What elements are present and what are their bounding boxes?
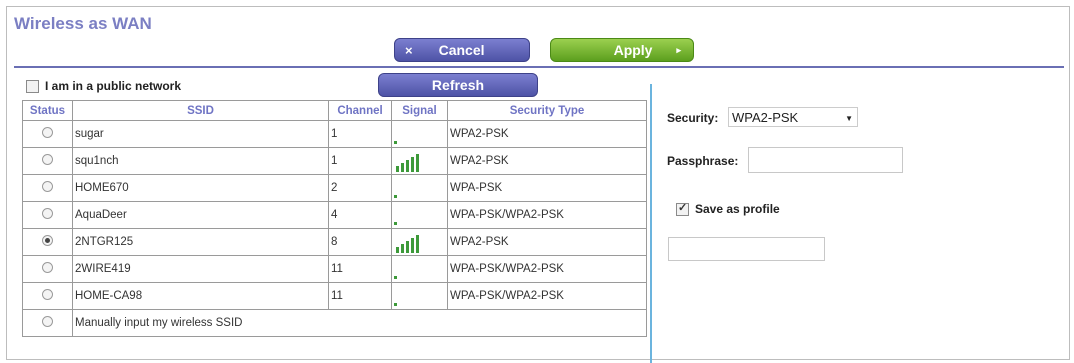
wireless-networks-table: Status SSID Channel Signal Security Type… <box>22 100 647 337</box>
network-radio[interactable] <box>42 181 53 192</box>
ssid-cell: AquaDeer <box>72 201 329 229</box>
channel-cell: 1 <box>328 120 392 148</box>
ssid-cell: HOME-CA98 <box>72 282 329 310</box>
table-row[interactable]: squ1nch 1 WPA2-PSK <box>22 147 647 175</box>
table-row[interactable]: HOME-CA98 11 WPA-PSK/WPA2-PSK <box>22 282 647 310</box>
signal-cell <box>391 282 448 310</box>
channel-cell: 8 <box>328 228 392 256</box>
signal-cell <box>391 147 448 175</box>
signal-cell <box>391 201 448 229</box>
signal-cell <box>391 174 448 202</box>
status-cell <box>22 174 73 202</box>
channel-cell: 11 <box>328 282 392 310</box>
security-select-value: WPA2-PSK <box>732 109 799 125</box>
apply-button[interactable]: Apply ▸ <box>550 38 694 62</box>
chevron-down-icon: ▼ <box>845 114 853 123</box>
signal-weak-icon <box>394 141 397 144</box>
ssid-cell: HOME670 <box>72 174 329 202</box>
table-row[interactable]: sugar 1 WPA2-PSK <box>22 120 647 148</box>
save-profile-option[interactable]: Save as profile <box>676 201 780 216</box>
signal-cell <box>391 255 448 283</box>
table-row[interactable]: 2NTGR125 8 WPA2-PSK <box>22 228 647 256</box>
section-divider <box>650 84 652 363</box>
status-cell <box>22 282 73 310</box>
signal-weak-icon <box>394 195 397 198</box>
table-row[interactable]: 2WIRE419 11 WPA-PSK/WPA2-PSK <box>22 255 647 283</box>
column-header-security-type: Security Type <box>447 100 647 121</box>
manual-ssid-radio[interactable] <box>42 316 53 327</box>
network-radio[interactable] <box>42 154 53 165</box>
signal-strength-icon <box>396 154 419 172</box>
status-cell <box>22 201 73 229</box>
security-type-cell: WPA-PSK/WPA2-PSK <box>447 201 647 229</box>
refresh-button-label: Refresh <box>431 77 485 93</box>
security-type-cell: WPA-PSK/WPA2-PSK <box>447 282 647 310</box>
table-row[interactable]: HOME670 2 WPA-PSK <box>22 174 647 202</box>
column-header-ssid: SSID <box>72 100 329 121</box>
security-type-cell: WPA2-PSK <box>447 228 647 256</box>
status-cell <box>22 228 73 256</box>
column-header-channel: Channel <box>328 100 392 121</box>
channel-cell: 2 <box>328 174 392 202</box>
network-radio[interactable] <box>42 262 53 273</box>
save-profile-label: Save as profile <box>695 202 780 216</box>
ssid-cell: 2WIRE419 <box>72 255 329 283</box>
security-select[interactable]: WPA2-PSK ▼ <box>728 107 858 127</box>
profile-name-field[interactable] <box>668 237 825 261</box>
signal-cell <box>391 228 448 256</box>
refresh-button[interactable]: Refresh <box>378 73 538 97</box>
status-cell <box>22 309 73 337</box>
security-type-cell: WPA-PSK/WPA2-PSK <box>447 255 647 283</box>
public-network-label: I am in a public network <box>45 79 182 93</box>
manual-ssid-row[interactable]: Manually input my wireless SSID <box>22 309 647 337</box>
column-header-signal: Signal <box>391 100 448 121</box>
apply-button-label: Apply <box>613 42 653 58</box>
passphrase-label: Passphrase: <box>667 154 739 168</box>
public-network-option[interactable]: I am in a public network <box>26 79 181 93</box>
header-divider <box>14 66 1064 68</box>
network-radio[interactable] <box>42 235 53 246</box>
signal-cell <box>391 120 448 148</box>
ssid-cell: sugar <box>72 120 329 148</box>
signal-weak-icon <box>394 222 397 225</box>
channel-cell: 4 <box>328 201 392 229</box>
table-header-row: Status SSID Channel Signal Security Type <box>22 100 647 121</box>
network-radio[interactable] <box>42 127 53 138</box>
cancel-button[interactable]: × Cancel <box>394 38 530 62</box>
channel-cell: 11 <box>328 255 392 283</box>
status-cell <box>22 120 73 148</box>
close-icon: × <box>405 42 413 58</box>
ssid-cell: squ1nch <box>72 147 329 175</box>
signal-strength-icon <box>396 235 419 253</box>
security-type-cell: WPA2-PSK <box>447 147 647 175</box>
cancel-button-label: Cancel <box>438 42 485 58</box>
status-cell <box>22 255 73 283</box>
security-type-cell: WPA2-PSK <box>447 120 647 148</box>
column-header-status: Status <box>22 100 73 121</box>
security-label: Security: <box>667 111 719 125</box>
arrow-right-icon: ▸ <box>676 44 681 55</box>
page-title: Wireless as WAN <box>14 14 152 33</box>
signal-weak-icon <box>394 303 397 306</box>
security-type-cell: WPA-PSK <box>447 174 647 202</box>
channel-cell: 1 <box>328 147 392 175</box>
table-row[interactable]: AquaDeer 4 WPA-PSK/WPA2-PSK <box>22 201 647 229</box>
signal-weak-icon <box>394 276 397 279</box>
network-radio[interactable] <box>42 208 53 219</box>
ssid-cell: 2NTGR125 <box>72 228 329 256</box>
public-network-checkbox[interactable] <box>26 79 39 93</box>
network-radio[interactable] <box>42 289 53 300</box>
save-profile-checkbox[interactable] <box>676 201 689 216</box>
status-cell <box>22 147 73 175</box>
passphrase-field[interactable] <box>748 147 903 173</box>
manual-ssid-label: Manually input my wireless SSID <box>72 309 647 337</box>
